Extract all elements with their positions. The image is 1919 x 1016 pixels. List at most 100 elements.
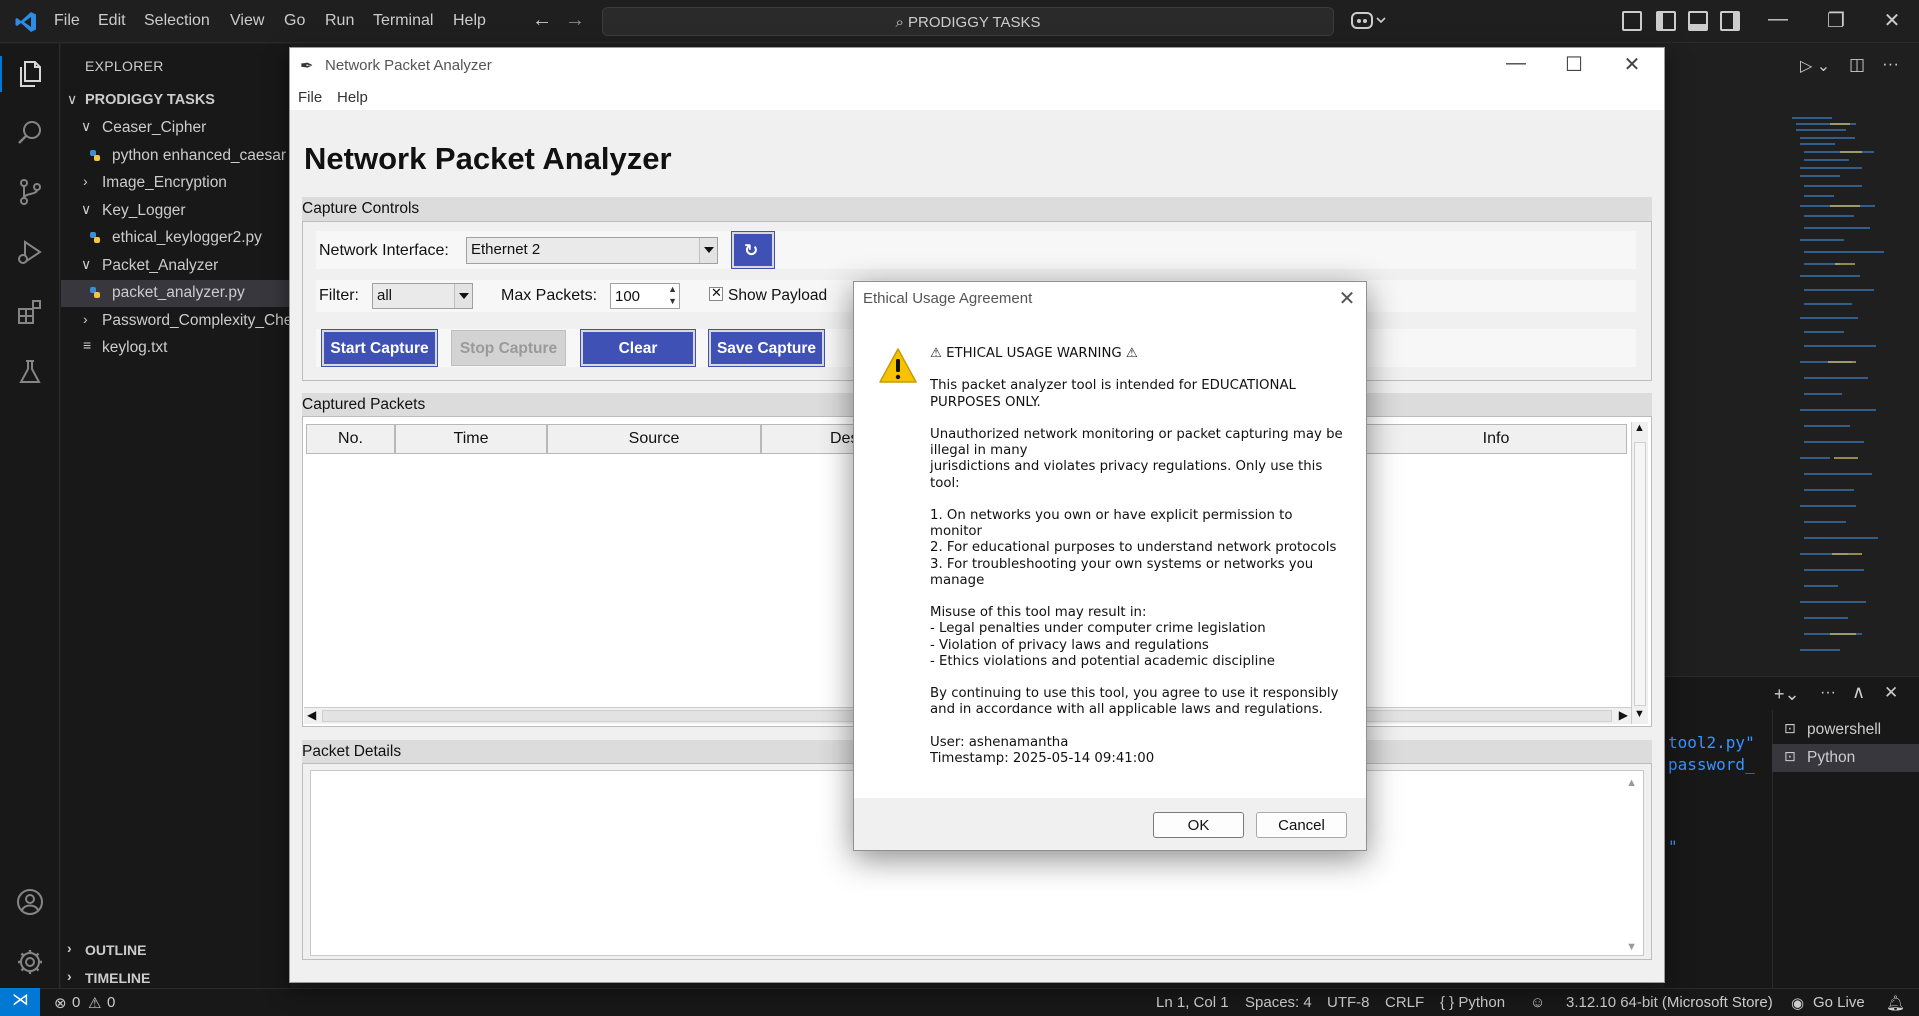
indentation[interactable]: Spaces: 4 [1245, 994, 1312, 1011]
more-actions-icon[interactable]: ··· [1820, 684, 1836, 702]
line-ending[interactable]: CRLF [1385, 994, 1424, 1011]
toggle-panel-icon[interactable] [1688, 11, 1708, 31]
dialog-cancel-button[interactable]: Cancel [1256, 812, 1347, 838]
text-file-icon: ≡ [83, 337, 92, 353]
command-center-search[interactable]: ⌕ PRODIGGY TASKS [602, 7, 1334, 36]
menu-selection[interactable]: Selection [144, 12, 210, 30]
scroll-down-icon[interactable]: ▼ [1634, 708, 1645, 720]
app-minimize-icon[interactable]: — [1492, 52, 1540, 80]
notifications-bell-icon[interactable]: 🔔︎ [1886, 994, 1905, 1012]
menu-edit[interactable]: Edit [98, 12, 126, 30]
run-python-file-icon[interactable]: ▷ ⌄ [1800, 56, 1830, 76]
tree-file-keylogger[interactable]: ethical_keylogger2.py [61, 225, 291, 252]
errors-icon[interactable]: ⊗ [54, 994, 67, 1012]
app-menu-file[interactable]: File [298, 89, 322, 106]
tree-folder-password[interactable]: › Password_Complexity_Che [61, 308, 291, 335]
app-close-icon[interactable]: ✕ [1608, 52, 1656, 80]
restore-icon[interactable]: ❐ [1816, 8, 1856, 33]
chevron-down-icon[interactable] [454, 284, 472, 308]
tree-file-caesar[interactable]: python enhanced_caesar [61, 143, 291, 170]
new-terminal-icon[interactable]: +⌄ [1774, 684, 1800, 705]
tree-folder-ceaser-cipher[interactable]: ∨ Ceaser_Cipher [61, 115, 291, 142]
terminal-icon: ⊡ [1784, 748, 1796, 764]
menu-terminal[interactable]: Terminal [373, 12, 433, 30]
dialog-ok-button[interactable]: OK [1153, 812, 1244, 838]
menu-view[interactable]: View [230, 12, 264, 30]
menu-file[interactable]: File [54, 12, 80, 30]
menu-run[interactable]: Run [325, 12, 354, 30]
outline-section-header[interactable]: › OUTLINE [61, 937, 291, 963]
show-payload-checkbox[interactable]: ✕ [709, 285, 723, 301]
minimize-icon[interactable]: — [1758, 8, 1798, 31]
scroll-left-icon[interactable]: ◀ [307, 708, 316, 722]
tree-item-label: python enhanced_caesar [112, 147, 287, 164]
tree-root-prodiggy-tasks[interactable]: ∨ PRODIGGY TASKS [61, 88, 291, 115]
dialog-close-icon[interactable]: ✕ [1332, 286, 1362, 311]
search-icon[interactable] [12, 115, 48, 151]
customize-layout-icon[interactable] [1622, 11, 1642, 31]
close-icon[interactable]: ✕ [1872, 8, 1912, 33]
tree-folder-packet-analyzer[interactable]: ∨ Packet_Analyzer [61, 253, 291, 280]
col-header-source[interactable]: Source [547, 424, 761, 454]
run-debug-icon[interactable] [12, 234, 48, 270]
refresh-interfaces-button[interactable]: ↻ [731, 231, 775, 269]
dialog-message: ⚠ ETHICAL USAGE WARNING ⚠ This packet an… [930, 346, 1343, 767]
clear-button[interactable]: Clear [580, 329, 696, 367]
extensions-icon[interactable] [12, 294, 48, 330]
tree-folder-image-encryption[interactable]: › Image_Encryption [61, 170, 291, 197]
error-count[interactable]: 0 [72, 994, 80, 1011]
tree-file-packet-analyzer[interactable]: packet_analyzer.py [61, 280, 291, 307]
col-header-info[interactable]: Info [1365, 424, 1627, 454]
language-mode[interactable]: { } Python [1440, 994, 1505, 1011]
menu-help[interactable]: Help [453, 12, 486, 30]
warning-count[interactable]: 0 [107, 994, 115, 1011]
accounts-icon[interactable] [12, 884, 48, 920]
warnings-icon[interactable]: ⚠ [88, 994, 101, 1012]
max-packets-spinbox[interactable]: 100 ▲ ▼ [610, 283, 680, 309]
col-header-no[interactable]: No. [306, 424, 395, 454]
terminal-item-powershell[interactable]: ⊡ powershell [1772, 716, 1919, 744]
source-control-icon[interactable] [12, 174, 48, 210]
filter-combobox[interactable]: all [372, 283, 473, 309]
stop-capture-button[interactable]: Stop Capture [451, 330, 566, 366]
settings-gear-icon[interactable] [12, 944, 48, 980]
scroll-right-icon[interactable]: ▶ [1619, 708, 1628, 722]
start-capture-button[interactable]: Start Capture [321, 329, 438, 367]
spin-up-icon[interactable]: ▲ [668, 284, 677, 294]
app-menu-help[interactable]: Help [337, 89, 368, 106]
forward-arrow-icon[interactable]: → [565, 9, 585, 32]
go-live-button[interactable]: Go Live [1813, 994, 1865, 1011]
scroll-thumb[interactable] [1634, 442, 1646, 706]
app-maximize-icon[interactable]: ☐ [1550, 52, 1598, 80]
spin-down-icon[interactable]: ▼ [668, 296, 677, 306]
cursor-position[interactable]: Ln 1, Col 1 [1156, 994, 1229, 1011]
maximize-panel-icon[interactable]: ∧ [1852, 682, 1865, 703]
menu-go[interactable]: Go [284, 12, 305, 30]
testing-icon[interactable] [12, 354, 48, 390]
copilot-icon[interactable] [1350, 10, 1388, 32]
scroll-down-icon[interactable]: ▼ [1626, 941, 1637, 953]
interface-combobox[interactable]: Ethernet 2 [466, 237, 718, 264]
python-interpreter[interactable]: 3.12.10 64-bit (Microsoft Store) [1566, 994, 1773, 1011]
toggle-secondary-sidebar-icon[interactable] [1720, 11, 1740, 31]
col-header-time[interactable]: Time [395, 424, 547, 454]
remote-indicator[interactable]: ⋊ [0, 988, 40, 1016]
scroll-up-icon[interactable]: ▲ [1626, 777, 1637, 789]
save-capture-button[interactable]: Save Capture [708, 329, 825, 367]
more-actions-icon[interactable]: ··· [1882, 54, 1899, 74]
table-vertical-scrollbar[interactable]: ▲ ▼ [1631, 422, 1648, 724]
toggle-sidebar-icon[interactable] [1656, 11, 1676, 31]
scroll-up-icon[interactable]: ▲ [1634, 422, 1645, 434]
close-panel-icon[interactable]: ✕ [1884, 683, 1898, 703]
copilot-status-icon[interactable]: ☺ [1530, 994, 1545, 1011]
chevron-down-icon[interactable] [699, 238, 717, 263]
terminal-item-python[interactable]: ⊡ Python [1772, 744, 1919, 772]
explorer-icon[interactable] [0, 56, 60, 92]
back-arrow-icon[interactable]: ← [532, 9, 552, 32]
python-file-icon [90, 150, 100, 161]
go-live-icon[interactable]: ◉ [1791, 994, 1804, 1012]
tree-file-keylog[interactable]: ≡ keylog.txt [61, 335, 291, 362]
encoding[interactable]: UTF-8 [1327, 994, 1370, 1011]
tree-folder-key-logger[interactable]: ∨ Key_Logger [61, 198, 291, 225]
split-editor-icon[interactable]: ◫ [1849, 55, 1865, 75]
